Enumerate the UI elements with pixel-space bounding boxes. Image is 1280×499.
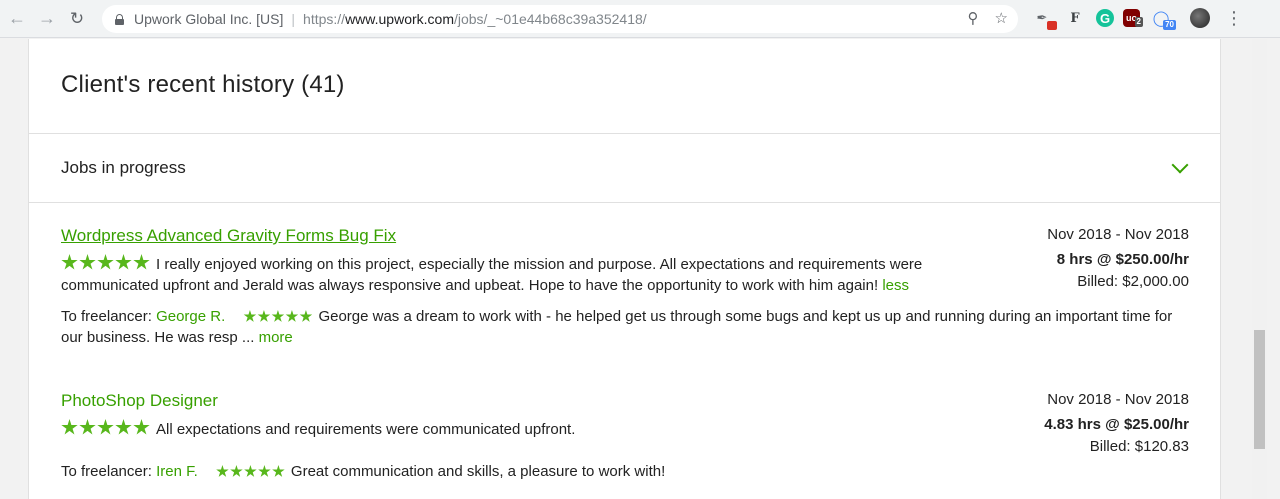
url-host: www.upwork.com [345, 11, 454, 27]
star-icon [115, 254, 132, 270]
site-identity[interactable]: Upwork Global Inc. [US] [134, 11, 283, 27]
reload-icon[interactable]: ↻ [64, 6, 90, 32]
job-title-link[interactable]: PhotoShop Designer [61, 391, 218, 411]
freelancer-prefix: To freelancer: [61, 308, 152, 325]
client-feedback-text: I really enjoyed working on this project… [61, 256, 923, 294]
menu-icon[interactable]: ⋮ [1225, 8, 1243, 29]
address-bar[interactable]: Upwork Global Inc. [US] | https://www.up… [102, 5, 1018, 33]
freelancer-prefix: To freelancer: [61, 463, 152, 480]
divider: | [291, 11, 296, 27]
jobs-in-progress-toggle[interactable]: Jobs in progress [29, 134, 1220, 203]
translate-icon[interactable]: ◯ 70 [1149, 6, 1176, 30]
star-icon [299, 310, 313, 322]
job-date-range: Nov 2018 - Nov 2018 [1047, 391, 1189, 408]
ublock-badge: 2 [1134, 17, 1143, 27]
star-icon [257, 310, 271, 322]
star-icon [79, 419, 96, 435]
client-rating-stars [61, 254, 150, 271]
job-meta: Nov 2018 - Nov 2018 8 hrs @ $250.00/hr B… [1047, 226, 1189, 293]
url-text[interactable]: https://www.upwork.com/jobs/_~01e44b68c3… [303, 11, 647, 27]
ublock-icon[interactable]: uo 2 [1123, 9, 1143, 27]
card-header: Client's recent history (41) [29, 39, 1220, 134]
freelancer-name-link[interactable]: George R. [156, 308, 225, 325]
star-icon [61, 254, 78, 270]
client-feedback: I really enjoyed working on this project… [61, 254, 986, 296]
star-icon [272, 465, 285, 477]
grammarly-icon[interactable]: G [1096, 9, 1114, 27]
forward-icon[interactable]: → [34, 6, 60, 32]
star-icon [79, 254, 96, 270]
freelancer-rating-stars [243, 310, 313, 323]
back-icon[interactable]: ← [4, 6, 30, 32]
client-feedback: All expectations and requirements were c… [61, 419, 986, 440]
history-title: Client's recent history (41) [61, 71, 345, 98]
zoom-icon[interactable]: ⚲ [968, 9, 979, 27]
dropper-icon[interactable]: ✒ [1030, 6, 1057, 30]
freelancer-feedback: To freelancer: Iren F. Great communicati… [61, 461, 1189, 482]
client-feedback-text: All expectations and requirements were c… [156, 421, 576, 438]
star-icon [244, 465, 257, 477]
extensions-bar: ✒ F G uo 2 ◯ 70 ⋮ [1030, 6, 1243, 30]
freelancer-feedback: To freelancer: George R. George was a dr… [61, 306, 1189, 348]
star-icon [285, 310, 299, 322]
font-icon[interactable]: F [1063, 6, 1087, 30]
job-entry: PhotoShop Designer Nov 2018 - Nov 2018 4… [61, 391, 1189, 482]
url-path: /jobs/_~01e44b68c39a352418/ [453, 11, 647, 27]
client-history-card: Client's recent history (41) Jobs in pro… [28, 39, 1221, 499]
browser-toolbar: ← → ↻ Upwork Global Inc. [US] | https://… [0, 0, 1280, 38]
client-rating-stars [61, 419, 150, 436]
star-icon [271, 310, 285, 322]
translate-badge: 70 [1163, 20, 1176, 30]
star-icon [61, 419, 78, 435]
job-billed: Billed: $120.83 [1089, 438, 1189, 455]
freelancer-feedback-text: Great communication and skills, a pleasu… [290, 463, 666, 480]
job-rate: 4.83 hrs @ $25.00/hr [1044, 416, 1189, 433]
star-icon [216, 465, 229, 477]
star-icon [97, 254, 114, 270]
freelancer-feedback-text: George was a dream to work with - he hel… [61, 308, 1173, 346]
star-icon [133, 419, 150, 435]
freelancer-rating-stars [216, 465, 285, 478]
page-scrollbar[interactable] [1252, 39, 1267, 499]
job-rate: 8 hrs @ $250.00/hr [1056, 251, 1189, 268]
job-billed: Billed: $2,000.00 [1077, 273, 1189, 290]
star-icon [243, 310, 257, 322]
star-icon [230, 465, 243, 477]
profile-avatar[interactable] [1190, 8, 1210, 28]
job-title-link[interactable]: Wordpress Advanced Gravity Forms Bug Fix [61, 226, 396, 246]
scrollbar-thumb[interactable] [1254, 330, 1265, 449]
job-entry: Wordpress Advanced Gravity Forms Bug Fix… [61, 226, 1189, 348]
page-content: Client's recent history (41) Jobs in pro… [0, 39, 1280, 499]
star-icon [258, 465, 271, 477]
job-date-range: Nov 2018 - Nov 2018 [1047, 226, 1189, 243]
lock-icon[interactable] [115, 13, 124, 25]
star-icon [115, 419, 132, 435]
job-meta: Nov 2018 - Nov 2018 4.83 hrs @ $25.00/hr… [1044, 391, 1189, 458]
less-link[interactable]: less [882, 277, 909, 294]
star-icon [97, 419, 114, 435]
section-label: Jobs in progress [61, 158, 186, 177]
bookmark-star-icon[interactable]: ☆ [995, 9, 1008, 27]
freelancer-name-link[interactable]: Iren F. [156, 463, 198, 480]
star-icon [133, 254, 150, 270]
more-link[interactable]: more [259, 329, 293, 346]
url-scheme: https:// [303, 11, 346, 27]
chevron-down-icon[interactable] [1171, 156, 1189, 174]
